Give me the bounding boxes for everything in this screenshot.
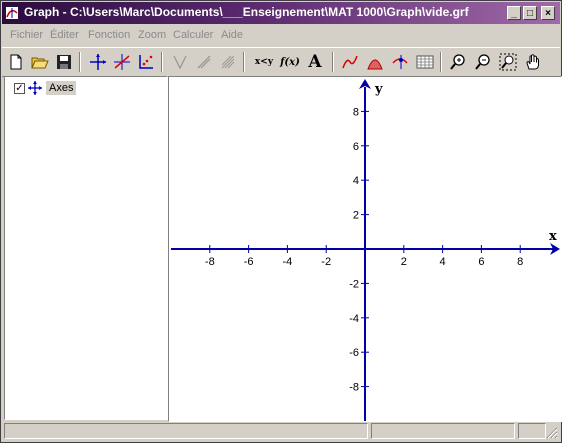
- y-tick-label: -2: [349, 278, 359, 290]
- menu-calculer[interactable]: Calculer: [173, 29, 213, 41]
- text-label-icon[interactable]: A: [305, 52, 325, 72]
- axes-icon: [28, 81, 42, 95]
- status-pane-coords: [371, 423, 515, 439]
- axes-icon[interactable]: [88, 52, 108, 72]
- x-tick-label: -8: [205, 256, 215, 268]
- toolbar-separator: [332, 52, 334, 72]
- point-series-icon[interactable]: [136, 52, 156, 72]
- x-tick-label: -2: [321, 256, 331, 268]
- save-disk-icon[interactable]: [54, 52, 74, 72]
- x-tick-label: -4: [283, 256, 293, 268]
- pan-hand-icon[interactable]: [523, 52, 543, 72]
- menu-aide[interactable]: Aide: [221, 29, 243, 41]
- eval-icon[interactable]: [390, 52, 410, 72]
- y-axis-label: y: [374, 82, 383, 97]
- menu-zoom[interactable]: Zoom: [138, 29, 166, 41]
- maximize-button[interactable]: □: [523, 6, 537, 20]
- shade-icon: [194, 52, 214, 72]
- function-fx-icon[interactable]: f(x): [280, 52, 300, 72]
- window-title: Graph - C:\Users\Marc\Documents\___Ensei…: [24, 5, 469, 19]
- x-tick-label: 4: [440, 256, 446, 268]
- trendline-icon[interactable]: [340, 52, 360, 72]
- zoom-window-icon[interactable]: [498, 52, 518, 72]
- toolbar-separator: [79, 52, 81, 72]
- y-tick-label: 2: [353, 210, 359, 222]
- status-pane-main: [4, 423, 368, 439]
- application-window: Graph - C:\Users\Marc\Documents\___Ensei…: [0, 0, 562, 443]
- app-icon: [6, 7, 18, 19]
- tangent-icon: [170, 52, 190, 72]
- toolbar-separator: [440, 52, 442, 72]
- y-tick-label: -6: [349, 347, 359, 359]
- close-button[interactable]: ×: [541, 6, 555, 20]
- resize-grip-icon[interactable]: [546, 427, 558, 439]
- status-bar: [2, 422, 560, 441]
- y-tick-label: -4: [349, 313, 359, 325]
- menu-editer[interactable]: Éditer: [50, 29, 79, 41]
- y-tick-label: -8: [349, 382, 359, 394]
- coordinate-plot[interactable]: x y -8 -6 -4 -2 2 4 6 8 8 6 4 2 -2 -4 -6 -8: [169, 77, 561, 421]
- open-folder-icon[interactable]: [30, 52, 50, 72]
- zoom-out-icon[interactable]: [473, 52, 493, 72]
- x-tick-label: 8: [517, 256, 523, 268]
- function-list-panel: ✓ Axes: [4, 76, 168, 420]
- x-tick-label: 2: [401, 256, 407, 268]
- relation-icon[interactable]: x<y: [254, 52, 274, 72]
- new-file-icon[interactable]: [6, 52, 26, 72]
- menu-fonction[interactable]: Fonction: [88, 29, 130, 41]
- y-tick-label: 4: [353, 175, 359, 187]
- status-pane-extra: [518, 423, 546, 439]
- axes-checkbox[interactable]: ✓: [14, 83, 25, 94]
- hatch-icon: [218, 52, 238, 72]
- shading-icon[interactable]: [365, 52, 385, 72]
- x-tick-label: -6: [244, 256, 254, 268]
- table-icon[interactable]: [415, 52, 435, 72]
- y-tick-label: 6: [353, 141, 359, 153]
- insert-function-icon[interactable]: [112, 52, 132, 72]
- y-tick-label: 8: [353, 106, 359, 118]
- minimize-button[interactable]: _: [507, 6, 521, 20]
- toolbar-separator: [243, 52, 245, 72]
- tree-item-axes[interactable]: Axes: [46, 81, 77, 95]
- graph-canvas[interactable]: x y -8 -6 -4 -2 2 4 6 8 8 6 4 2 -2 -4 -6 -8: [168, 76, 562, 422]
- menu-bar: Fichier Éditer Fonction Zoom Calculer Ai…: [2, 25, 560, 45]
- toolbar-separator: [161, 52, 163, 72]
- menu-fichier[interactable]: Fichier: [10, 29, 43, 41]
- x-tick-label: 6: [478, 256, 484, 268]
- zoom-in-icon[interactable]: [448, 52, 468, 72]
- toolbar: x<y f(x) A: [2, 47, 560, 77]
- x-axis-label: x: [549, 229, 557, 244]
- title-bar[interactable]: Graph - C:\Users\Marc\Documents\___Ensei…: [2, 2, 560, 24]
